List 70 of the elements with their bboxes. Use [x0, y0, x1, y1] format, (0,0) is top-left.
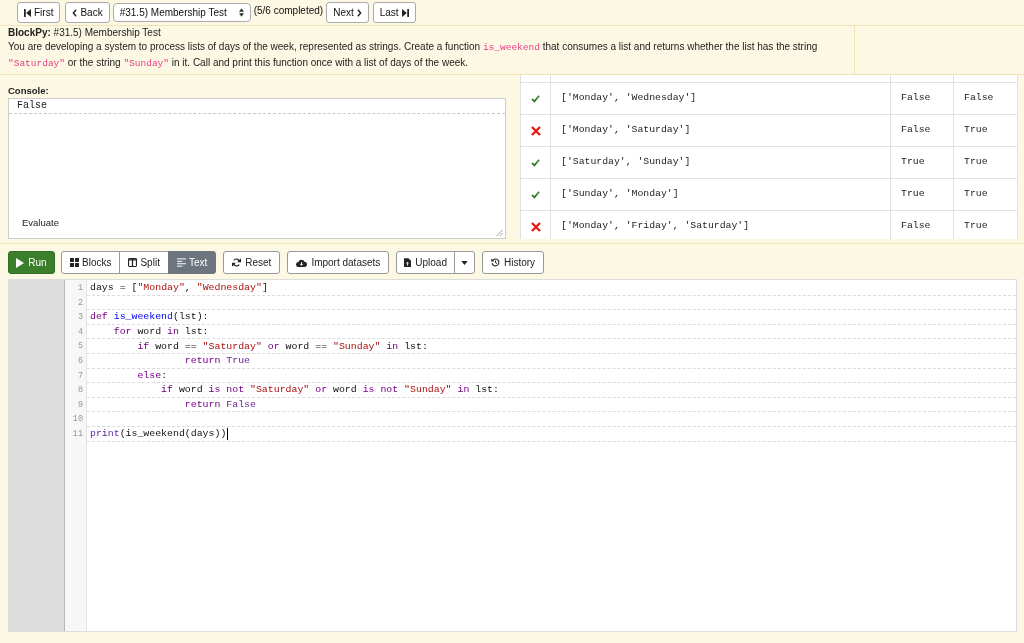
code-line: else: — [136, 368, 168, 382]
refresh-icon — [232, 258, 242, 267]
code-line: if word is not "Saturday" or word is not "Sunday" in lst: — [160, 383, 499, 397]
table-cell: ['Sunday', 'Monday'] — [551, 179, 891, 210]
line-number: 9 — [76, 398, 84, 412]
table-cell: ['Monday', 'Wednesday'] — [551, 83, 891, 114]
line-number: 5 — [76, 340, 84, 354]
upload-menu-button[interactable] — [454, 251, 475, 274]
table-cell: True — [891, 147, 954, 178]
chevron-right-icon — [356, 8, 362, 17]
table-cell: False — [891, 211, 954, 239]
console-label: Console: — [8, 84, 50, 98]
skip-end-icon — [401, 8, 409, 17]
code-line: def is_weekend(lst): — [90, 310, 209, 324]
table-cell: False — [891, 83, 954, 114]
view-mode-button[interactable]: Split — [119, 251, 169, 274]
line-number: 6 — [76, 354, 84, 368]
code-line: print(is_weekend(days)) — [90, 427, 227, 441]
grid-icon — [70, 258, 79, 267]
skip-start-icon — [24, 8, 31, 17]
view-mode-button[interactable]: Text — [167, 251, 217, 274]
file-upload-icon — [404, 258, 412, 267]
table-cell: ['Saturday', 'Sunday'] — [551, 147, 891, 178]
reset-button[interactable]: Reset — [223, 251, 281, 274]
text-lines-icon — [176, 258, 186, 267]
line-number: 8 — [76, 384, 84, 398]
code-line: days = ["Monday", "Wednesday"] — [90, 281, 268, 295]
play-icon — [16, 257, 25, 268]
table-cell: ['Monday', 'Friday', 'Saturday'] — [551, 211, 891, 239]
line-number: 10 — [71, 413, 84, 427]
code-line: for word in lst: — [112, 325, 209, 339]
table-cell: True — [891, 179, 954, 210]
code-line: return True — [183, 354, 250, 368]
upload-button[interactable]: Upload — [396, 251, 455, 274]
view-mode-button[interactable]: Blocks — [61, 251, 121, 274]
first-button[interactable]: First — [17, 2, 61, 23]
back-button[interactable]: Back — [65, 2, 110, 23]
table-cell-text: False — [963, 91, 995, 106]
caret-icon — [461, 260, 468, 265]
select-arrows-icon — [238, 8, 244, 17]
table-cell-text: True — [963, 123, 989, 138]
import-datasets-button[interactable]: Import datasets — [287, 251, 390, 274]
table-cell-text: True — [963, 219, 989, 234]
resize-grip-icon — [496, 229, 503, 236]
cloud-download-icon — [296, 258, 308, 267]
line-number: 1 — [76, 282, 84, 295]
assignment-heading: BlockPy: #31.5) Membership Test — [8, 26, 162, 40]
code-line: return False — [183, 398, 256, 412]
table-cell-text: True — [963, 187, 989, 202]
columns-icon — [128, 258, 138, 267]
assignment-select[interactable]: #31.5) Membership Test — [112, 3, 251, 22]
table-cell-text: True — [963, 155, 989, 170]
console-output-line: False — [9, 99, 505, 114]
history-button[interactable]: History — [482, 251, 545, 274]
last-button[interactable]: Last — [372, 2, 416, 23]
line-number: 7 — [76, 369, 84, 383]
line-number: 11 — [71, 427, 84, 441]
evaluate-label: Evaluate — [22, 216, 59, 230]
table-cell: False — [891, 115, 954, 146]
line-number: 3 — [76, 311, 84, 325]
run-button[interactable]: Run — [8, 251, 55, 274]
assignment-description: You are developing a system to process lists of days of the week, represented as strings. Create a function is_weekend that consumes a list and returns whether the list has the string "Saturday" or the string "Sunday" in it. Call and print this function once with a list of days of the week. — [8, 40, 819, 71]
line-number: 4 — [76, 325, 84, 339]
line-number: 2 — [76, 296, 84, 310]
history-icon — [491, 258, 500, 267]
chevron-left-icon — [72, 8, 78, 17]
progress-text: (5/6 completed) — [253, 6, 324, 16]
code-line: if word == "Saturday" or word == "Sunday" in lst: — [136, 339, 428, 353]
next-button[interactable]: Next — [326, 2, 369, 23]
table-cell: ['Monday', 'Saturday'] — [551, 115, 891, 146]
